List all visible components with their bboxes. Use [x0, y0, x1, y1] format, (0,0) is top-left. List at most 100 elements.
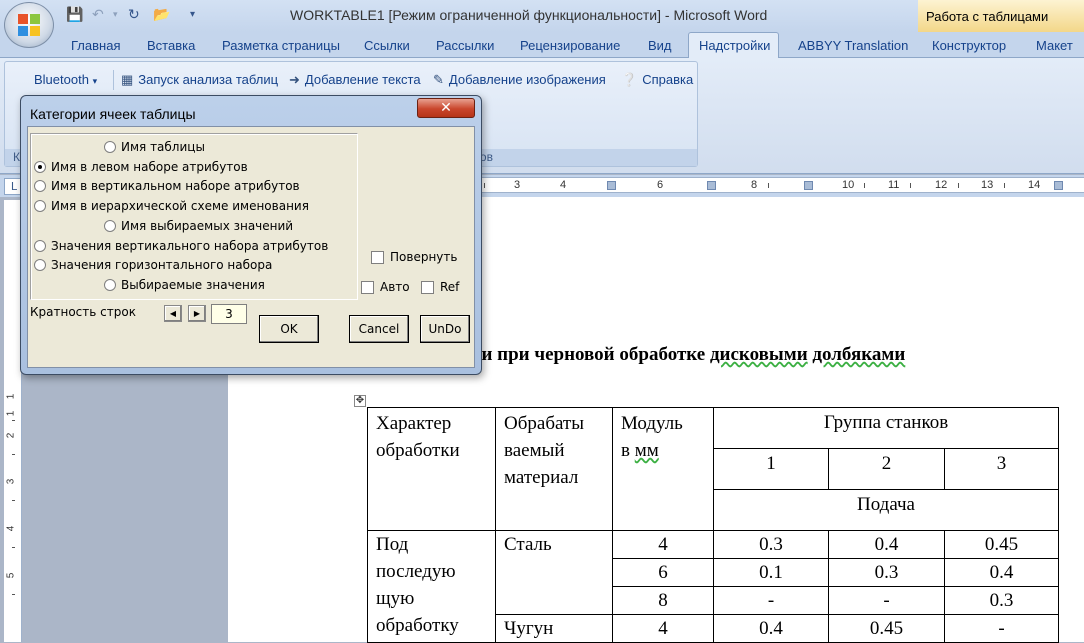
help-button[interactable]: ❔ Справка — [621, 72, 693, 88]
option-vertical-attribute-set-name[interactable]: Имя в вертикальном наборе атрибутов — [34, 179, 300, 193]
add-text-label: Добавление текста — [304, 72, 421, 87]
tab-review[interactable]: Рецензирование — [520, 38, 620, 53]
run-analysis-label: Запуск анализа таблиц — [138, 72, 279, 87]
cell-material-steel[interactable]: Сталь — [495, 530, 613, 615]
add-text-button[interactable]: ➜ Добавление текста — [289, 72, 421, 88]
tab-view[interactable]: Вид — [648, 38, 672, 53]
cell-module[interactable]: 4 — [612, 614, 714, 643]
undo-icon[interactable]: ↶ — [92, 7, 104, 23]
add-image-button[interactable]: ✎ Добавление изображения — [433, 72, 606, 88]
radio-button-selected[interactable] — [34, 161, 46, 173]
tab-home[interactable]: Главная — [71, 38, 120, 53]
undo-button[interactable]: UnDo — [420, 315, 470, 343]
header-cell-material[interactable]: Обрабаты ваемый материал — [495, 407, 613, 531]
tab-addins[interactable]: Надстройки — [699, 38, 770, 53]
row-multiplicity-label: Кратность строк — [30, 305, 136, 319]
radio-button[interactable] — [34, 180, 46, 192]
run-table-analysis-button[interactable]: ▦ Запуск анализа таблиц — [121, 72, 278, 88]
cell-feed-g3[interactable]: 0.4 — [944, 558, 1059, 587]
tab-abbyy-translation[interactable]: ABBYY Translation — [798, 38, 908, 53]
ruler-column-marker[interactable] — [607, 181, 616, 190]
checkbox[interactable] — [361, 280, 374, 294]
cell-processing-type[interactable]: Под последую щую обработку — [367, 530, 496, 643]
spin-right-button[interactable]: ▶ — [188, 305, 206, 322]
cell-feed-g1[interactable]: - — [713, 586, 829, 615]
undo-dropdown-icon[interactable]: ▾ — [113, 7, 118, 23]
cell-feed-g2[interactable]: - — [828, 586, 945, 615]
radio-button[interactable] — [104, 220, 116, 232]
ruler-column-marker[interactable] — [707, 181, 716, 190]
radio-button[interactable] — [104, 141, 116, 153]
ruler-tick — [768, 183, 769, 188]
cell-feed-g3[interactable]: - — [944, 614, 1059, 643]
close-button[interactable]: ✕ — [417, 98, 475, 118]
cell-feed-g1[interactable]: 0.4 — [713, 614, 829, 643]
option-hierarchical-naming-name[interactable]: Имя в иерархической схеме именования — [34, 199, 309, 213]
option-selectable-values-name[interactable]: Имя выбираемых значений — [104, 219, 293, 233]
save-icon[interactable]: 💾 — [66, 7, 83, 23]
ruler-column-marker[interactable] — [1054, 181, 1063, 190]
header-cell-group-2[interactable]: 2 — [828, 448, 945, 490]
row-multiplicity-value[interactable]: 3 — [211, 304, 247, 324]
ruler-number: 1 — [5, 393, 17, 400]
cell-material-iron[interactable]: Чугун — [495, 614, 613, 643]
radio-button[interactable] — [104, 279, 116, 291]
customize-quick-access-icon[interactable]: ▾ — [190, 7, 195, 23]
cell-module[interactable]: 6 — [612, 558, 714, 587]
cell-feed-g2[interactable]: 0.3 — [828, 558, 945, 587]
cell-feed-g3[interactable]: 0.45 — [944, 530, 1059, 559]
tab-layout[interactable]: Макет — [1036, 38, 1073, 53]
checkbox[interactable] — [371, 250, 384, 264]
cancel-button[interactable]: Cancel — [349, 315, 409, 343]
redo-icon[interactable]: ↻ — [128, 7, 140, 23]
cell-text: Модуль — [621, 413, 683, 434]
ruler-tick — [864, 183, 865, 188]
tab-mailings[interactable]: Рассылки — [436, 38, 494, 53]
header-cell-module[interactable]: Модуль в мм — [612, 407, 714, 531]
dialog-body: Имя таблицы Имя в левом наборе атрибутов… — [27, 126, 475, 368]
table-row: Под последую щую обработку Сталь 4 0.3 0.4 … — [367, 530, 1059, 643]
cell-feed-g2[interactable]: 0.4 — [828, 530, 945, 559]
spin-left-button[interactable]: ◀ — [164, 305, 182, 322]
radio-button[interactable] — [34, 200, 46, 212]
ribbon-tabs: Главная Вставка Разметка страницы Ссылки… — [0, 32, 1084, 59]
ruler-number: 12 — [935, 179, 948, 191]
cell-feed-g2[interactable]: 0.45 — [828, 614, 945, 643]
auto-checkbox[interactable]: Авто — [361, 280, 410, 294]
cell-feed-g3[interactable]: 0.3 — [944, 586, 1059, 615]
header-cell-group-3[interactable]: 3 — [944, 448, 1059, 490]
office-button[interactable] — [4, 2, 54, 48]
ruler-column-marker[interactable] — [804, 181, 813, 190]
option-left-attribute-set-name[interactable]: Имя в левом наборе атрибутов — [34, 160, 248, 174]
option-selectable-values[interactable]: Выбираемые значения — [104, 278, 265, 292]
category-options-frame — [30, 133, 358, 300]
header-cell-machine-group[interactable]: Группа станков — [713, 407, 1059, 449]
checkbox[interactable] — [421, 280, 434, 294]
header-cell-processing[interactable]: Характер обработки — [367, 407, 496, 531]
ok-button[interactable]: OK — [259, 315, 319, 343]
dialog-title: Категории ячеек таблицы — [30, 106, 196, 122]
cell-feed-g1[interactable]: 0.1 — [713, 558, 829, 587]
cell-module[interactable]: 8 — [612, 586, 714, 615]
cell-feed-g1[interactable]: 0.3 — [713, 530, 829, 559]
spin-right-icon: ▶ — [193, 309, 201, 318]
option-horizontal-set-values[interactable]: Значения горизонтального набора — [34, 258, 272, 272]
tab-page-layout[interactable]: Разметка страницы — [222, 38, 340, 53]
ref-checkbox[interactable]: Ref — [421, 280, 459, 294]
tab-design[interactable]: Конструктор — [932, 38, 1006, 53]
radio-button[interactable] — [34, 259, 46, 271]
bluetooth-button[interactable]: Bluetooth ▾ — [34, 72, 97, 87]
header-cell-feed[interactable]: Подача — [713, 489, 1059, 531]
tab-insert[interactable]: Вставка — [147, 38, 195, 53]
rotate-checkbox[interactable]: Повернуть — [371, 250, 457, 264]
option-vertical-attribute-values[interactable]: Значения вертикального набора атрибутов — [34, 239, 328, 253]
radio-button[interactable] — [34, 240, 46, 252]
cell-module[interactable]: 4 — [612, 530, 714, 559]
option-table-name[interactable]: Имя таблицы — [104, 140, 205, 154]
ruler-tick — [12, 500, 15, 501]
tab-references[interactable]: Ссылки — [364, 38, 410, 53]
header-cell-group-1[interactable]: 1 — [713, 448, 829, 490]
open-folder-icon[interactable]: 📂 — [153, 7, 170, 23]
ruler-number: 3 — [5, 478, 17, 485]
table-move-handle-icon[interactable]: ✥ — [354, 395, 366, 407]
